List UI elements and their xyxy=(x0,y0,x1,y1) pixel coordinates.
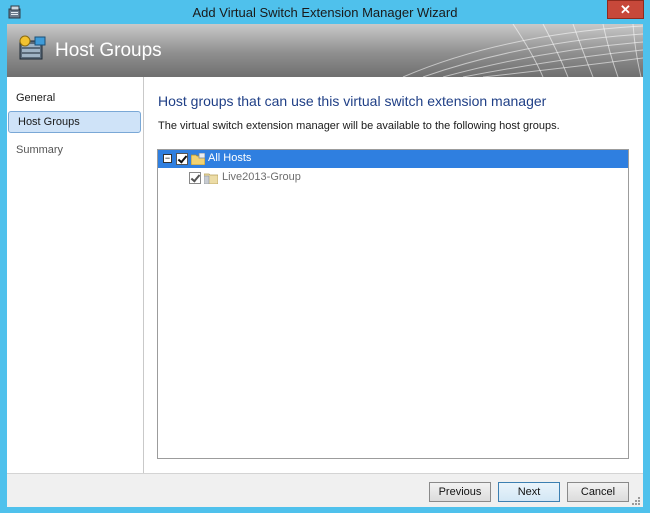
previous-button[interactable]: Previous xyxy=(429,482,491,502)
tree-row-all-hosts[interactable]: − All Hosts xyxy=(158,150,628,168)
cancel-button[interactable]: Cancel xyxy=(567,482,629,502)
title-bar[interactable]: Add Virtual Switch Extension Manager Wiz… xyxy=(0,0,650,24)
page-description: The virtual switch extension manager wil… xyxy=(158,120,560,132)
collapse-icon[interactable]: − xyxy=(163,154,172,163)
tree-item-label: All Hosts xyxy=(208,152,252,164)
live2013-group-checkbox[interactable] xyxy=(189,172,201,184)
close-icon: ✕ xyxy=(620,2,631,17)
folder-icon xyxy=(191,153,205,165)
host-groups-icon xyxy=(19,35,46,60)
wizard-footer: Previous Next Cancel xyxy=(7,473,643,507)
sidebar-item-general[interactable]: General xyxy=(7,87,141,109)
header-title: Host Groups xyxy=(55,40,162,61)
main-content: Host groups that can use this virtual sw… xyxy=(144,77,643,473)
host-group-folder-icon xyxy=(204,173,218,184)
wizard-header: Host Groups xyxy=(7,24,643,77)
page-heading: Host groups that can use this virtual sw… xyxy=(158,93,547,109)
tree-row-live2013-group[interactable]: Live2013-Group xyxy=(158,169,628,187)
header-decoration xyxy=(402,24,643,77)
host-groups-tree[interactable]: − All Hosts Live2013-Group xyxy=(157,149,629,459)
sidebar-item-summary[interactable]: Summary xyxy=(7,139,141,161)
sidebar-item-host-groups[interactable]: Host Groups xyxy=(8,111,141,133)
tree-item-label: Live2013-Group xyxy=(222,171,301,183)
all-hosts-checkbox[interactable] xyxy=(176,153,188,165)
resize-grip-icon[interactable] xyxy=(630,495,640,505)
wizard-window: Add Virtual Switch Extension Manager Wiz… xyxy=(0,0,650,513)
wizard-steps-sidebar: General Host Groups Summary xyxy=(7,77,144,473)
window-title: Add Virtual Switch Extension Manager Wiz… xyxy=(192,5,458,20)
next-button[interactable]: Next xyxy=(498,482,560,502)
close-button[interactable]: ✕ xyxy=(607,0,644,19)
